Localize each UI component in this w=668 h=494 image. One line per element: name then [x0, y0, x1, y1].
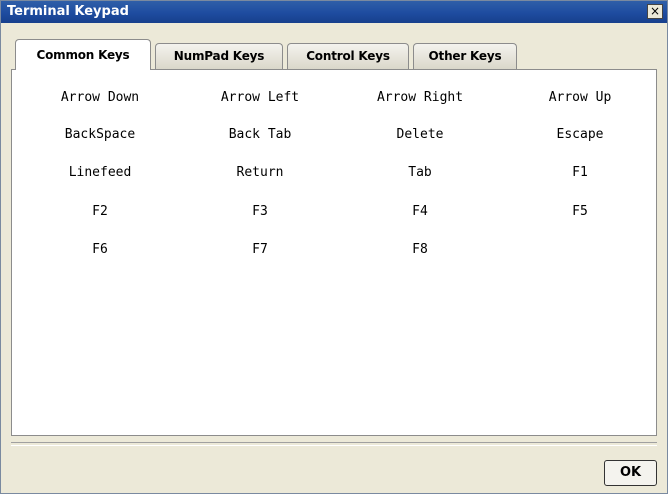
key-f1[interactable]: F1 [510, 165, 650, 180]
key-backspace[interactable]: BackSpace [30, 127, 170, 142]
tab-numpad-keys[interactable]: NumPad Keys [155, 43, 283, 69]
key-tab[interactable]: Tab [350, 165, 490, 180]
tab-other-keys[interactable]: Other Keys [413, 43, 517, 69]
title-bar[interactable]: Terminal Keypad × [1, 1, 667, 23]
key-f7[interactable]: F7 [190, 242, 330, 257]
key-arrow-down[interactable]: Arrow Down [30, 90, 170, 105]
close-button[interactable]: × [647, 4, 663, 19]
key-escape[interactable]: Escape [510, 127, 650, 142]
key-f4[interactable]: F4 [350, 204, 490, 219]
close-icon: × [649, 4, 661, 18]
key-f5[interactable]: F5 [510, 204, 650, 219]
key-delete[interactable]: Delete [350, 127, 490, 142]
key-back-tab[interactable]: Back Tab [190, 127, 330, 142]
key-f2[interactable]: F2 [30, 204, 170, 219]
footer-separator [11, 442, 657, 446]
terminal-keypad-dialog: Terminal Keypad × Common Keys NumPad Key… [0, 0, 668, 494]
tab-label: Other Keys [428, 49, 502, 63]
ok-button[interactable]: OK [604, 460, 657, 486]
key-f3[interactable]: F3 [190, 204, 330, 219]
key-f8[interactable]: F8 [350, 242, 490, 257]
key-arrow-up[interactable]: Arrow Up [510, 90, 650, 105]
key-arrow-left[interactable]: Arrow Left [190, 90, 330, 105]
tab-common-keys[interactable]: Common Keys [15, 39, 151, 70]
window-title: Terminal Keypad [7, 4, 129, 19]
key-arrow-right[interactable]: Arrow Right [350, 90, 490, 105]
key-f6[interactable]: F6 [30, 242, 170, 257]
common-keys-panel: Arrow Down Arrow Left Arrow Right Arrow … [11, 69, 657, 436]
tab-label: Common Keys [36, 48, 130, 62]
key-linefeed[interactable]: Linefeed [30, 165, 170, 180]
tab-label: NumPad Keys [173, 49, 265, 63]
tab-control-keys[interactable]: Control Keys [287, 43, 409, 69]
key-return[interactable]: Return [190, 165, 330, 180]
tab-label: Control Keys [306, 49, 390, 63]
